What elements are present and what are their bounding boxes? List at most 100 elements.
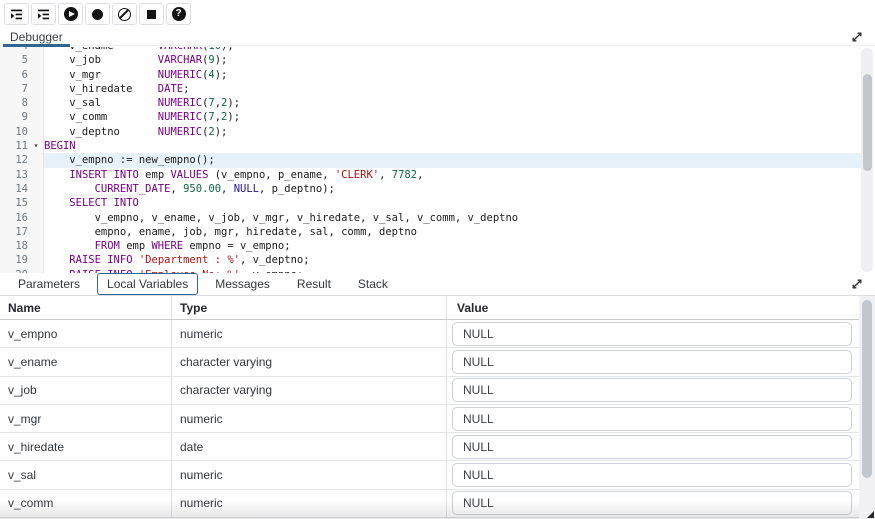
tab-debugger-label: Debugger: [10, 30, 63, 44]
code-line[interactable]: 9 v_comm NUMERIC(7,2);: [0, 110, 862, 124]
code-line[interactable]: 16 v_empno, v_ename, v_job, v_mgr, v_hir…: [0, 211, 862, 225]
variable-value-input[interactable]: [452, 407, 852, 431]
play-circle-icon: [64, 7, 78, 21]
code-text: INSERT INTO emp VALUES (v_empno, p_ename…: [44, 168, 862, 182]
code-line[interactable]: 11▾BEGIN: [0, 139, 862, 153]
stop-square-icon: [147, 10, 156, 19]
table-row: v_empnonumeric: [0, 320, 875, 348]
tab-stack[interactable]: Stack: [348, 273, 398, 295]
table-row: v_hiredatedate: [0, 433, 875, 461]
help-button[interactable]: ?: [166, 3, 191, 25]
code-text: v_hiredate DATE;: [44, 82, 862, 96]
code-line[interactable]: 12 v_empno := new_empno();: [0, 153, 862, 167]
line-number: 13: [0, 168, 28, 182]
resize-grip[interactable]: [867, 511, 874, 518]
cell-value: [447, 433, 859, 460]
line-number: 19: [0, 253, 28, 267]
tab-parameters[interactable]: Parameters: [8, 273, 90, 295]
cell-type: character varying: [172, 348, 447, 375]
code-line[interactable]: 13 INSERT INTO emp VALUES (v_empno, p_en…: [0, 168, 862, 182]
table-body: v_empnonumericv_enamecharacter varyingv_…: [0, 320, 875, 518]
code-line[interactable]: 8 v_sal NUMERIC(7,2);: [0, 96, 862, 110]
code-text: empno, ename, job, mgr, hiredate, sal, c…: [44, 225, 862, 239]
cell-type: date: [172, 433, 447, 460]
table-row: v_commnumeric: [0, 490, 875, 518]
line-number: 18: [0, 239, 28, 253]
editor-expand-icon[interactable]: [850, 30, 864, 44]
code-line[interactable]: 17 empno, ename, job, mgr, hiredate, sal…: [0, 225, 862, 239]
gutter-marker: [28, 96, 44, 110]
tab-result[interactable]: Result: [287, 273, 341, 295]
debugger-toolbar: ?: [0, 0, 875, 28]
cell-type: numeric: [172, 461, 447, 488]
code-line[interactable]: 19 RAISE INFO 'Department : %', v_deptno…: [0, 253, 862, 267]
panel-tab-bar: Parameters Local Variables Messages Result S…: [0, 273, 875, 296]
cell-name: v_hiredate: [0, 433, 172, 460]
toggle-breakpoint-button[interactable]: [85, 3, 110, 25]
variable-value-input[interactable]: [452, 435, 852, 459]
step-over-button[interactable]: [31, 3, 56, 25]
continue-button[interactable]: [58, 3, 83, 25]
editor-scrollbar[interactable]: [861, 48, 873, 272]
tab-debugger[interactable]: Debugger: [3, 28, 70, 46]
panel-expand-icon[interactable]: [850, 277, 864, 291]
fold-arrow-icon[interactable]: ▾: [28, 139, 44, 153]
variable-value-input[interactable]: [452, 378, 852, 402]
gutter-marker: [28, 68, 44, 82]
tab-messages[interactable]: Messages: [205, 273, 280, 295]
line-number: 5: [0, 53, 28, 67]
cell-name: v_job: [0, 377, 172, 404]
code-line[interactable]: 7 v_hiredate DATE;: [0, 82, 862, 96]
step-into-icon: [9, 7, 24, 22]
line-number: 14: [0, 182, 28, 196]
cell-type: numeric: [172, 405, 447, 432]
table-header-row: NameTypeValue: [0, 296, 875, 320]
code-line[interactable]: 18 FROM emp WHERE empno = v_empno;: [0, 239, 862, 253]
debug-results-panel: Parameters Local Variables Messages Result S…: [0, 273, 875, 519]
code-text: FROM emp WHERE empno = v_empno;: [44, 239, 862, 253]
line-number: 7: [0, 82, 28, 96]
code-text: v_mgr NUMERIC(4);: [44, 68, 862, 82]
gutter-marker: [28, 182, 44, 196]
clear-all-breakpoints-button[interactable]: [112, 3, 137, 25]
variable-value-input[interactable]: [452, 491, 852, 515]
stop-button[interactable]: [139, 3, 164, 25]
code-lines: 4 v_ename VARCHAR(10);5 v_job VARCHAR(9)…: [0, 47, 862, 273]
code-line[interactable]: 14 CURRENT_DATE, 950.00, NULL, p_deptno)…: [0, 182, 862, 196]
breakpoint-dot-icon: [92, 9, 103, 20]
cell-name: v_mgr: [0, 405, 172, 432]
gutter-marker: [28, 110, 44, 124]
cell-name: v_comm: [0, 490, 172, 517]
code-text: v_job VARCHAR(9);: [44, 53, 862, 67]
cell-value: [447, 461, 859, 488]
gutter-marker: [28, 253, 44, 267]
cell-value: [447, 320, 859, 347]
code-editor[interactable]: 4 v_ename VARCHAR(10);5 v_job VARCHAR(9)…: [0, 47, 875, 273]
line-number: 8: [0, 96, 28, 110]
code-line[interactable]: 10 v_deptno NUMERIC(2);: [0, 125, 862, 139]
code-line[interactable]: 15 SELECT INTO: [0, 196, 862, 210]
code-text: v_comm NUMERIC(7,2);: [44, 110, 862, 124]
variable-value-input[interactable]: [452, 463, 852, 487]
gutter-marker: [28, 168, 44, 182]
tab-local-variables[interactable]: Local Variables: [97, 273, 198, 295]
code-text: v_sal NUMERIC(7,2);: [44, 96, 862, 110]
panel-tabs: Parameters Local Variables Messages Result S…: [8, 273, 405, 295]
code-line[interactable]: 5 v_job VARCHAR(9);: [0, 53, 862, 67]
editor-scrollbar-thumb[interactable]: [863, 74, 872, 171]
ban-icon: [118, 8, 131, 21]
code-line[interactable]: 6 v_mgr NUMERIC(4);: [0, 68, 862, 82]
code-text: CURRENT_DATE, 950.00, NULL, p_deptno);: [44, 182, 862, 196]
column-header-name: Name: [0, 296, 172, 319]
question-circle-icon: ?: [172, 7, 186, 21]
variable-value-input[interactable]: [452, 322, 852, 346]
code-text: RAISE INFO 'Department : %', v_deptno;: [44, 253, 862, 267]
variable-value-input[interactable]: [452, 350, 852, 374]
table-row: v_mgrnumeric: [0, 405, 875, 433]
cell-name: v_ename: [0, 348, 172, 375]
table-scrollbar-thumb[interactable]: [862, 300, 872, 478]
table-scrollbar[interactable]: [859, 296, 875, 519]
step-into-button[interactable]: [4, 3, 29, 25]
line-number: 12: [0, 153, 28, 167]
code-text: SELECT INTO: [44, 196, 862, 210]
